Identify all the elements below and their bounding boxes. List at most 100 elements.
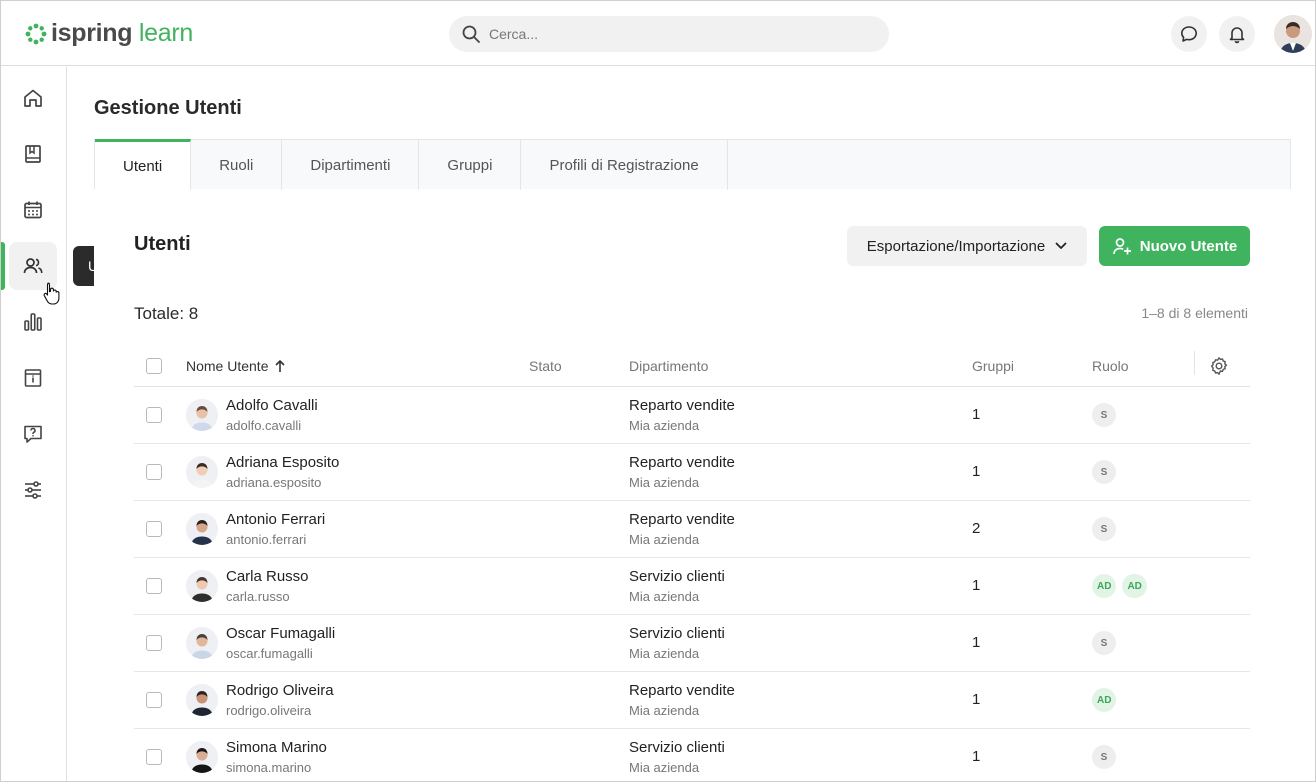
user-name[interactable]: Adriana Esposito	[226, 454, 339, 471]
company-name: Mia azienda	[629, 589, 700, 604]
select-all-checkbox[interactable]	[146, 358, 162, 374]
role-badge: S	[1092, 517, 1116, 541]
sidebar-item-help[interactable]	[9, 410, 57, 458]
user-name[interactable]: Adolfo Cavalli	[226, 397, 318, 414]
role-badge: S	[1092, 460, 1116, 484]
user-name[interactable]: Rodrigo Oliveira	[226, 682, 334, 699]
bell-icon	[1229, 27, 1245, 44]
search-icon	[462, 25, 480, 43]
user-name[interactable]: Antonio Ferrari	[226, 511, 325, 528]
user-login: antonio.ferrari	[226, 532, 307, 547]
row-checkbox[interactable]	[146, 749, 162, 765]
column-settings-button[interactable]	[1209, 356, 1229, 379]
sidebar-item-reports[interactable]	[9, 298, 57, 346]
department-name: Reparto vendite	[629, 397, 735, 414]
groups-count: 1	[972, 634, 981, 651]
table-row[interactable]: Oscar Fumagalli oscar.fumagalli Servizio…	[134, 615, 1250, 672]
company-name: Mia azienda	[629, 760, 700, 775]
column-header-department[interactable]: Dipartimento	[629, 358, 708, 374]
logo[interactable]: ispring learn	[25, 19, 193, 48]
logo-icon	[25, 23, 47, 44]
avatar	[186, 627, 218, 659]
column-header-name-label: Nome Utente	[186, 358, 269, 374]
roles-list: AD AD	[1092, 574, 1147, 598]
tab-registration-profiles[interactable]: Profili di Registrazione	[521, 140, 728, 190]
user-name[interactable]: Simona Marino	[226, 739, 327, 756]
row-checkbox[interactable]	[146, 521, 162, 537]
sidebar-item-calendar[interactable]	[9, 186, 57, 234]
chat-icon	[1181, 26, 1197, 42]
column-header-name[interactable]: Nome Utente	[186, 358, 286, 374]
company-name: Mia azienda	[629, 418, 700, 433]
table-row[interactable]: Antonio Ferrari antonio.ferrari Reparto …	[134, 501, 1250, 558]
user-name[interactable]: Carla Russo	[226, 568, 309, 585]
tab-departments[interactable]: Dipartimenti	[282, 140, 420, 190]
sort-arrow-up-icon	[275, 360, 286, 372]
column-header-groups[interactable]: Gruppi	[972, 358, 1014, 374]
row-checkbox[interactable]	[146, 692, 162, 708]
column-header-status[interactable]: Stato	[529, 358, 562, 374]
home-icon	[24, 89, 42, 107]
role-badge: S	[1092, 403, 1116, 427]
user-login: oscar.fumagalli	[226, 646, 313, 661]
table-row[interactable]: Carla Russo carla.russo Servizio clienti…	[134, 558, 1250, 615]
company-name: Mia azienda	[629, 703, 700, 718]
new-user-label: Nuovo Utente	[1139, 237, 1238, 255]
table-row[interactable]: Simona Marino simona.marino Servizio cli…	[134, 729, 1250, 781]
sidebar-nav	[1, 67, 67, 781]
book-icon	[25, 145, 41, 163]
role-badge: S	[1092, 631, 1116, 655]
info-icon	[24, 369, 42, 387]
user-avatar-menu[interactable]	[1274, 15, 1312, 53]
column-divider	[1194, 351, 1195, 375]
table-row[interactable]: Adriana Esposito adriana.esposito Repart…	[134, 444, 1250, 501]
tab-users[interactable]: Utenti	[95, 139, 192, 190]
company-name: Mia azienda	[629, 532, 700, 547]
roles-list: S	[1092, 517, 1116, 541]
sidebar-item-home[interactable]	[9, 74, 57, 122]
sidebar-item-settings[interactable]	[9, 466, 57, 514]
notifications-button[interactable]	[1219, 16, 1255, 52]
column-header-role[interactable]: Ruolo	[1092, 358, 1129, 374]
row-checkbox[interactable]	[146, 407, 162, 423]
search-bar[interactable]	[449, 16, 889, 52]
roles-list: AD	[1092, 688, 1117, 712]
chart-icon	[24, 313, 42, 331]
top-bar: ispring learn	[1, 1, 1315, 66]
user-name[interactable]: Oscar Fumagalli	[226, 625, 335, 642]
hand-cursor-icon	[43, 282, 60, 305]
tab-roles[interactable]: Ruoli	[191, 140, 283, 190]
add-user-icon	[1112, 238, 1131, 255]
user-login: simona.marino	[226, 760, 312, 775]
avatar	[1274, 15, 1312, 53]
groups-count: 1	[972, 748, 981, 765]
avatar	[186, 741, 218, 773]
tab-groups[interactable]: Gruppi	[419, 140, 522, 190]
department-name: Reparto vendite	[629, 511, 735, 528]
app-window: ispring learn Cerca... Gestione Utenti U…	[0, 0, 1316, 782]
search-input[interactable]	[489, 26, 869, 42]
export-import-button[interactable]: Esportazione/Importazione	[847, 226, 1087, 266]
role-badge: AD	[1092, 574, 1117, 598]
avatar	[186, 399, 218, 431]
chat-button[interactable]	[1171, 16, 1207, 52]
sidebar-item-courses[interactable]	[9, 130, 57, 178]
users-table: Nome Utente Stato Dipartimento Gruppi Ru…	[134, 345, 1250, 781]
groups-count: 2	[972, 520, 981, 537]
row-checkbox[interactable]	[146, 464, 162, 480]
table-row[interactable]: Rodrigo Oliveira rodrigo.oliveira Repart…	[134, 672, 1250, 729]
new-user-button[interactable]: Nuovo Utente	[1099, 226, 1250, 266]
row-checkbox[interactable]	[146, 578, 162, 594]
table-row[interactable]: Adolfo Cavalli adolfo.cavalli Reparto ve…	[134, 387, 1250, 444]
user-login: rodrigo.oliveira	[226, 703, 312, 718]
role-badge: AD	[1092, 688, 1117, 712]
active-indicator	[1, 242, 5, 290]
users-icon	[23, 258, 43, 274]
role-badge: S	[1092, 745, 1116, 769]
company-name: Mia azienda	[629, 475, 700, 490]
sidebar-item-info[interactable]	[9, 354, 57, 402]
table-body: Adolfo Cavalli adolfo.cavalli Reparto ve…	[134, 387, 1250, 781]
calendar-icon	[24, 201, 42, 219]
company-name: Mia azienda	[629, 646, 700, 661]
row-checkbox[interactable]	[146, 635, 162, 651]
